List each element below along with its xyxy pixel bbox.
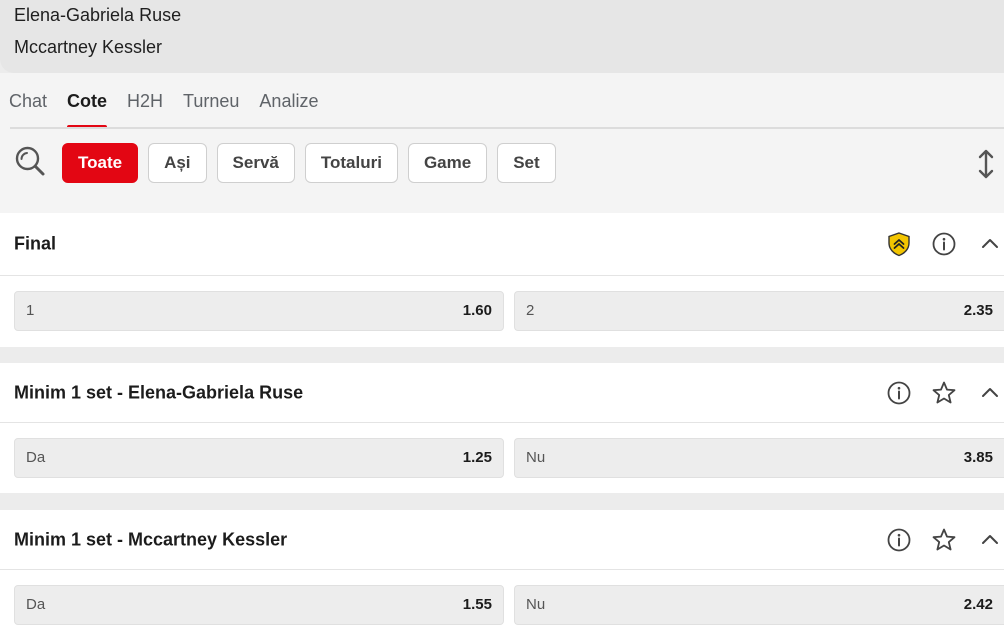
odd-button[interactable]: 2 2.35: [514, 291, 1004, 331]
odd-value: 3.85: [963, 449, 993, 466]
odd-button[interactable]: Nu 2.42: [514, 585, 1004, 625]
info-icon[interactable]: [886, 527, 912, 553]
sort-vertical-icon[interactable]: [974, 149, 998, 179]
info-icon[interactable]: [886, 380, 912, 406]
odd-label: Nu: [526, 596, 546, 613]
market-header[interactable]: Minim 1 set - Elena-Gabriela Ruse: [0, 363, 1004, 423]
filter-chip-set[interactable]: Set: [497, 143, 556, 183]
market-header[interactable]: Minim 1 set - Mccartney Kessler: [0, 510, 1004, 570]
odd-value: 1.25: [462, 449, 492, 466]
market-card-min-set-player-one: Minim 1 set - Elena-Gabriela Ruse Da 1.2…: [0, 363, 1004, 493]
match-tabs-bar: Chat Cote H2H Turneu Analize: [0, 73, 1004, 129]
filter-chip-asi[interactable]: Ași: [148, 143, 207, 183]
chevron-up-icon[interactable]: [977, 380, 1003, 406]
filter-chip-totaluri[interactable]: Totaluri: [304, 143, 398, 183]
star-icon[interactable]: [931, 527, 957, 553]
odd-button[interactable]: Nu 3.85: [514, 438, 1004, 478]
filter-chip-toate[interactable]: Toate: [62, 143, 139, 183]
odd-value: 2.42: [963, 596, 993, 613]
market-title: Minim 1 set - Elena-Gabriela Ruse: [14, 382, 304, 402]
search-icon[interactable]: [14, 145, 46, 177]
odd-button[interactable]: Da 1.55: [14, 585, 504, 625]
market-title: Minim 1 set - Mccartney Kessler: [14, 529, 288, 549]
odd-label: Nu: [526, 449, 546, 466]
filter-chip-serva[interactable]: Servă: [216, 143, 295, 183]
tab-h2h[interactable]: H2H: [117, 73, 173, 129]
market-title: Final: [14, 233, 57, 254]
odd-value: 1.55: [462, 596, 492, 613]
star-icon[interactable]: [931, 380, 957, 406]
tab-cote[interactable]: Cote: [57, 73, 117, 129]
odd-button[interactable]: 1 1.60: [14, 291, 504, 331]
market-header[interactable]: Final: [0, 213, 1004, 276]
filter-chip-game[interactable]: Game: [407, 143, 488, 183]
player-one-name: Elena-Gabriela Ruse: [14, 5, 182, 25]
tab-chat[interactable]: Chat: [0, 73, 57, 129]
market-card-final: Final 1 1.60 2 2.35: [0, 213, 1004, 347]
odd-label: 1: [26, 302, 35, 319]
info-icon[interactable]: [931, 231, 957, 257]
filter-chips: Toate Ași Servă Totaluri Game Set: [62, 143, 556, 183]
odd-label: Da: [26, 596, 46, 613]
odd-label: Da: [26, 449, 46, 466]
match-players-header: Elena-Gabriela Ruse Mccartney Kessler: [0, 0, 1004, 73]
player-two-name: Mccartney Kessler: [14, 37, 163, 57]
odd-value: 2.35: [963, 302, 993, 319]
market-card-min-set-player-two: Minim 1 set - Mccartney Kessler Da 1.55 …: [0, 510, 1004, 630]
shield-boost-icon: [888, 232, 910, 257]
chevron-up-icon[interactable]: [977, 527, 1003, 553]
tab-analize[interactable]: Analize: [249, 73, 328, 129]
odd-button[interactable]: Da 1.25: [14, 438, 504, 478]
market-filter-bar: Toate Ași Servă Totaluri Game Set: [0, 129, 1004, 213]
odd-label: 2: [526, 302, 535, 319]
chevron-up-icon[interactable]: [977, 231, 1003, 257]
match-tabs: Chat Cote H2H Turneu Analize: [0, 73, 328, 129]
odd-value: 1.60: [462, 302, 492, 319]
tab-turneu[interactable]: Turneu: [173, 73, 249, 129]
